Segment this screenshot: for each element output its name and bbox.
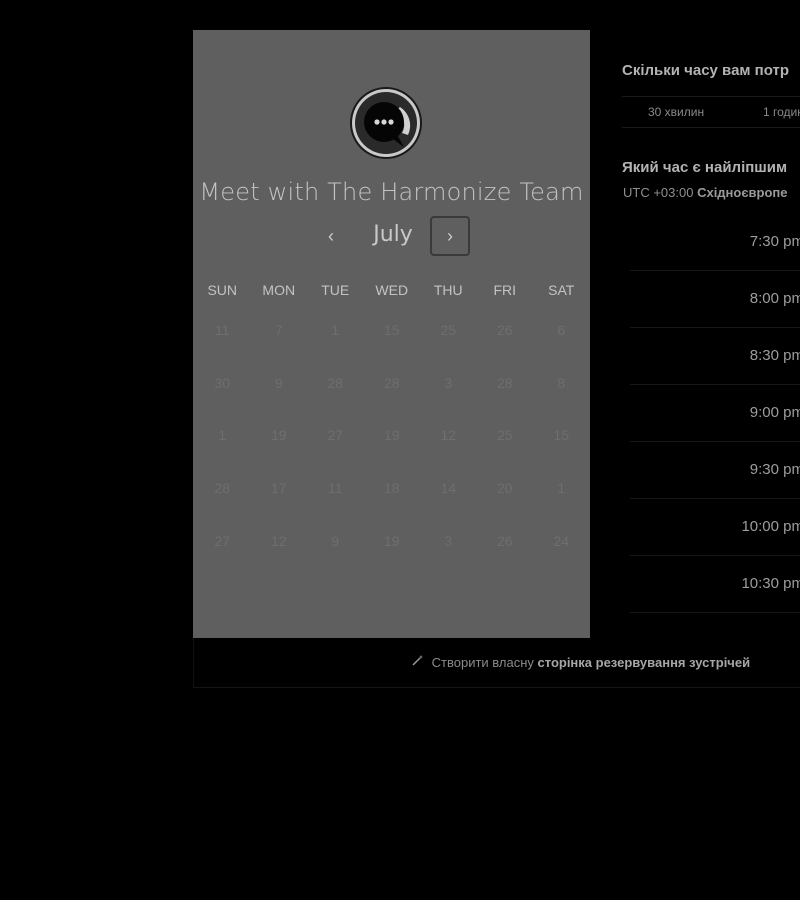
calendar-day: 15 — [383, 322, 400, 338]
calendar-week: 28 17 11 18 14 20 1 — [193, 478, 590, 531]
calendar-day: 12 — [270, 532, 287, 549]
time-slot[interactable]: 10:30 pm — [630, 556, 800, 613]
month-label: July — [373, 222, 413, 247]
weekday-label: SUN — [207, 282, 238, 298]
calendar-day: 3 — [444, 374, 453, 391]
calendar-day: 25 — [496, 427, 513, 444]
calendar-day: 1 — [331, 322, 340, 338]
timezone-offset: UTC +03:00 — [623, 185, 694, 200]
time-slot[interactable]: 8:00 pm — [630, 271, 800, 328]
calendar-day: 26 — [496, 322, 513, 338]
calendar-day: 9 — [274, 374, 283, 391]
next-month-button[interactable]: › — [430, 216, 470, 256]
footer-prefix: Створити власну — [431, 655, 534, 670]
calendar-day: 19 — [383, 532, 400, 549]
calendar-day: 27 — [214, 532, 231, 549]
calendar-grid: SUN MON TUE WED THU FRI SAT 11 7 1 15 25… — [193, 282, 590, 549]
weekday-label: SAT — [548, 282, 575, 298]
time-picker-panel: Скільки часу вам потр 30 хвилин 1 годин … — [622, 0, 800, 900]
create-booking-page-link[interactable]: Створити власну сторінка резервування зу… — [411, 654, 750, 670]
timezone-label[interactable]: UTC +03:00 Східноєвропе — [623, 185, 788, 200]
time-question: Який час є найліпшим — [622, 159, 788, 176]
weekday-label: FRI — [493, 282, 517, 298]
calendar-day: 8 — [557, 374, 566, 391]
calendar-day: 1 — [218, 427, 227, 444]
weekday-label: MON — [262, 282, 296, 298]
weekday-label: THU — [433, 282, 463, 298]
calendar-week: 27 12 9 19 3 26 24 — [193, 531, 590, 584]
weekday-header: SUN MON TUE WED THU FRI SAT — [193, 282, 590, 298]
time-slot[interactable]: 9:00 pm — [630, 385, 800, 442]
time-slot[interactable]: 8:30 pm — [630, 328, 800, 385]
time-slot[interactable]: 7:30 pm — [630, 214, 800, 271]
calendar-day: 6 — [557, 322, 566, 338]
duration-options: 30 хвилин 1 годин — [622, 96, 800, 128]
calendar-weeks: 11 7 1 15 25 26 6 30 9 28 28 3 28 8 1 19… — [193, 320, 590, 583]
duration-option-30[interactable]: 30 хвилин — [648, 105, 704, 119]
calendar-day: 27 — [327, 427, 344, 444]
calendar-day: 12 — [440, 427, 457, 444]
chat-logo-icon — [350, 87, 422, 159]
calendar-day: 3 — [444, 532, 453, 549]
calendar-day: 28 — [496, 374, 513, 391]
prev-month-button[interactable]: ‹ — [319, 216, 343, 256]
calendar-week: 11 7 1 15 25 26 6 — [193, 320, 590, 373]
calendar-day: 18 — [383, 480, 400, 497]
footer-link-text: сторінка резервування зустрічей — [537, 655, 751, 670]
calendar-day: 26 — [496, 532, 513, 549]
time-slot-label: 9:30 pm — [749, 461, 800, 478]
time-slot-label: 8:30 pm — [749, 347, 800, 364]
calendar-day: 11 — [327, 480, 343, 497]
calendar-day: 17 — [270, 480, 287, 497]
weekday-label: WED — [375, 282, 409, 298]
calendar-day: 28 — [327, 374, 344, 391]
calendar-day: 1 — [557, 480, 566, 497]
month-navigation: ‹ July › — [193, 216, 590, 256]
page-title: Meet with The Harmonize Team — [199, 178, 584, 206]
weekday-label: TUE — [321, 282, 350, 298]
time-slot[interactable]: 10:00 pm — [630, 499, 800, 556]
duration-option-60[interactable]: 1 годин — [763, 105, 800, 119]
calendar-week: 30 9 28 28 3 28 8 — [193, 373, 590, 426]
timezone-name: Східноєвропе — [697, 185, 788, 200]
calendar-day: 25 — [440, 322, 457, 338]
calendar-day: 28 — [214, 480, 231, 497]
time-slot[interactable]: 9:30 pm — [630, 442, 800, 499]
calendar-week: 1 19 27 19 12 25 15 — [193, 425, 590, 478]
chevron-right-icon: › — [447, 225, 453, 246]
calendar-day: 20 — [496, 480, 513, 497]
calendar-day: 28 — [383, 374, 400, 391]
calendar-day: 24 — [553, 532, 570, 549]
calendar-day: 30 — [214, 374, 231, 391]
time-slot-label: 10:30 pm — [741, 575, 800, 592]
time-slot-list: 7:30 pm 8:00 pm 8:30 pm 9:00 pm 9:30 pm … — [630, 214, 800, 613]
wand-icon — [412, 655, 423, 666]
calendar-day: 11 — [214, 322, 230, 338]
calendar-day: 9 — [331, 532, 340, 549]
duration-question: Скільки часу вам потр — [622, 62, 790, 79]
time-slot-label: 9:00 pm — [749, 404, 800, 421]
footer: Створити власну сторінка резервування зу… — [193, 639, 800, 688]
booking-panel: Meet with The Harmonize Team ‹ July › SU… — [193, 30, 590, 638]
calendar-day: 19 — [383, 427, 400, 444]
calendar-day: 7 — [274, 322, 283, 338]
time-slot-label: 8:00 pm — [749, 290, 800, 307]
chevron-left-icon: ‹ — [328, 225, 334, 246]
time-slot-label: 10:00 pm — [741, 518, 800, 535]
calendar-day: 15 — [553, 427, 570, 444]
time-slot-label: 7:30 pm — [749, 233, 800, 250]
calendar-day: 14 — [440, 480, 457, 497]
calendar-day: 19 — [270, 427, 287, 444]
